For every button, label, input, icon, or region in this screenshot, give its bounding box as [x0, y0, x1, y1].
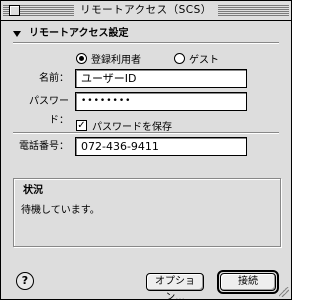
status-title: 状況 — [21, 181, 45, 196]
disclosure-triangle-icon[interactable] — [13, 31, 21, 37]
save-password-label: パスワードを保存 — [92, 122, 172, 133]
window-title: リモートアクセス（SCS） — [74, 4, 218, 16]
registered-user-radio[interactable]: 登録利用者 — [76, 51, 141, 66]
guest-radio[interactable]: ゲスト — [174, 51, 219, 66]
radio-selected-icon[interactable] — [76, 53, 87, 64]
phone-number-field[interactable]: 072-436-9411 — [75, 137, 247, 156]
connect-button[interactable]: 接続 — [220, 273, 276, 291]
registered-user-label: 登録利用者 — [91, 55, 141, 66]
password-field[interactable]: •••••••• — [75, 92, 247, 111]
section-divider — [13, 42, 279, 44]
title-bar[interactable]: リモートアクセス（SCS） — [1, 1, 291, 21]
options-button[interactable]: オプション... — [146, 273, 204, 300]
phone-label: 電話番号： — [19, 141, 69, 152]
name-field[interactable]: ユーザーID — [75, 69, 247, 88]
section-disclosure[interactable]: リモートアクセス設定 — [13, 28, 129, 40]
status-text: 待機しています。 — [21, 205, 100, 216]
name-label: 名前： — [39, 73, 69, 84]
password-label: パスワード： — [29, 96, 69, 126]
radio-unselected-icon[interactable] — [174, 53, 185, 64]
resize-grip-icon[interactable] — [279, 287, 289, 297]
save-password-checkbox[interactable]: ✓ パスワードを保存 — [76, 118, 172, 133]
fields-divider — [13, 132, 279, 134]
help-button[interactable]: ? — [16, 272, 34, 290]
checkbox-checked-icon[interactable]: ✓ — [76, 120, 87, 131]
guest-label: ゲスト — [189, 55, 219, 66]
section-title: リモートアクセス設定 — [29, 28, 129, 39]
remote-access-window: リモートアクセス（SCS） リモートアクセス設定 登録利用者 ゲスト 名前： ユ… — [0, 0, 292, 300]
